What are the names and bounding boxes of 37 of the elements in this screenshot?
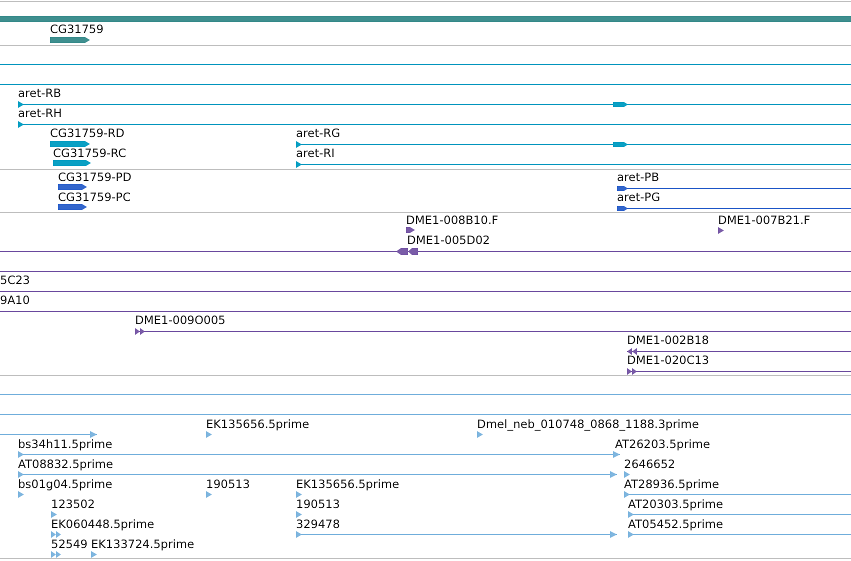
feature-label[interactable]: DME1-005D02 <box>407 233 490 247</box>
feature-label[interactable]: DME1-020C13 <box>627 353 710 367</box>
feature-label[interactable]: 9A10 <box>0 293 30 307</box>
feature-label[interactable]: DME1-002B18 <box>627 333 709 347</box>
feature-label[interactable]: CG31759-PD <box>58 170 132 184</box>
feature-label[interactable]: 190513 <box>296 497 340 511</box>
feature-label[interactable]: CG31759-RC <box>53 146 126 160</box>
feature-label[interactable]: aret-PB <box>617 170 660 184</box>
feature-label[interactable]: CG31759-RD <box>50 126 125 140</box>
feature-label[interactable]: EK135656.5prime <box>296 477 400 491</box>
feature-label[interactable]: CG31759-PC <box>58 190 131 204</box>
feature-label[interactable]: AT26203.5prime <box>615 437 710 451</box>
feature-label[interactable]: AT20303.5prime <box>628 497 724 511</box>
feature-label[interactable]: aret-RG <box>296 126 340 140</box>
feature-label[interactable]: 2646652 <box>624 457 676 471</box>
feature-label[interactable]: aret-RH <box>18 106 62 120</box>
feature-label[interactable]: bs01g04.5prime <box>18 477 112 491</box>
feature-label[interactable]: AT28936.5prime <box>624 477 720 491</box>
feature-label[interactable]: aret-RI <box>296 146 335 160</box>
feature-label[interactable]: DME1-008B10.F <box>406 213 498 227</box>
feature-label[interactable]: DME1-009O005 <box>135 313 226 327</box>
feature-label[interactable]: 190513 <box>206 477 250 491</box>
feature-label[interactable]: aret-RB <box>18 86 62 100</box>
feature-label[interactable]: aret-PG <box>617 190 660 204</box>
feature-label[interactable]: CG31759 <box>50 22 104 36</box>
feature-label[interactable]: 52549 <box>51 537 88 551</box>
feature-label[interactable]: AT08832.5prime <box>18 457 114 471</box>
feature-label[interactable]: 5C23 <box>0 273 30 287</box>
feature-label[interactable]: EK060448.5prime <box>51 517 154 531</box>
feature-label[interactable]: 123502 <box>51 497 95 511</box>
feature-label[interactable]: EK135656.5prime <box>206 417 310 431</box>
feature-label[interactable]: 329478 <box>296 517 340 531</box>
feature-label[interactable]: AT05452.5prime <box>628 517 724 531</box>
feature-label[interactable]: DME1-007B21.F <box>718 213 810 227</box>
feature-label[interactable]: bs34h11.5prime <box>18 437 112 451</box>
feature-label[interactable]: Dmel_neb_010748_0868_1188.3prime <box>477 417 699 431</box>
feature-label[interactable]: EK133724.5prime <box>91 537 194 551</box>
